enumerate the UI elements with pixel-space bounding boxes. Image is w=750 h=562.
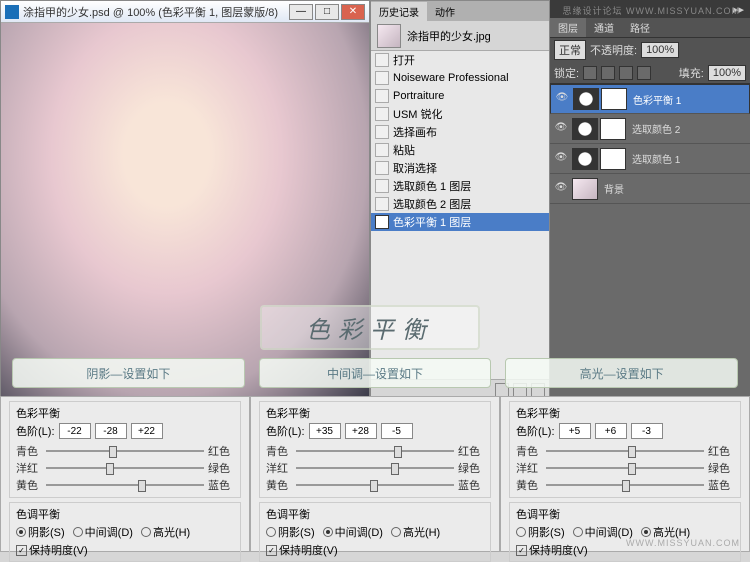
level-input-2[interactable]	[95, 423, 127, 439]
preserve-lum-checkbox[interactable]: ✓	[266, 545, 277, 556]
section-highlight: 高光—设置如下	[505, 358, 738, 388]
level-input-2[interactable]	[595, 423, 627, 439]
lock-transparency-icon[interactable]	[583, 66, 597, 80]
history-item[interactable]: Noiseware Professional	[371, 69, 549, 87]
fill-input[interactable]: 100%	[708, 65, 746, 81]
radio-shadow[interactable]: 阴影(S)	[266, 524, 315, 540]
watermark: 思缘设计论坛 WWW.MISSYUAN.COM	[563, 4, 741, 17]
slider-magenta-green[interactable]	[46, 461, 204, 475]
levels-label: 色阶(L):	[16, 423, 55, 439]
level-input-1[interactable]	[309, 423, 341, 439]
preserve-lum-checkbox[interactable]: ✓	[16, 545, 27, 556]
history-item[interactable]: Portraiture	[371, 87, 549, 105]
layer-row[interactable]: 👁选取颜色 2	[550, 114, 750, 144]
slider-cyan-red[interactable]	[296, 444, 454, 458]
lock-pixels-icon[interactable]	[601, 66, 615, 80]
history-thumb	[377, 24, 401, 48]
minimize-button[interactable]: —	[289, 4, 313, 20]
fill-label: 填充:	[679, 65, 704, 81]
level-input-3[interactable]	[131, 423, 163, 439]
document-title: 涂指甲的少女.psd @ 100% (色彩平衡 1, 图层蒙版/8)	[23, 4, 289, 20]
lock-label: 锁定:	[554, 65, 579, 81]
section-midtone: 中间调—设置如下	[259, 358, 492, 388]
opacity-input[interactable]: 100%	[641, 42, 679, 58]
layer-row[interactable]: 👁色彩平衡 1	[550, 84, 750, 114]
layer-row[interactable]: 👁选取颜色 1	[550, 144, 750, 174]
level-input-1[interactable]	[59, 423, 91, 439]
section-shadow: 阴影—设置如下	[12, 358, 245, 388]
history-item[interactable]: 选择画布	[371, 123, 549, 141]
history-item[interactable]: 打开	[371, 51, 549, 69]
tab-layers[interactable]: 图层	[550, 18, 586, 37]
close-button[interactable]: ✕	[341, 4, 365, 20]
lock-position-icon[interactable]	[619, 66, 633, 80]
section-tabs: 阴影—设置如下 中间调—设置如下 高光—设置如下	[12, 358, 738, 388]
opacity-label: 不透明度:	[590, 42, 637, 58]
slider-yellow-blue[interactable]	[46, 478, 204, 492]
document-titlebar[interactable]: 涂指甲的少女.psd @ 100% (色彩平衡 1, 图层蒙版/8) — □ ✕	[1, 1, 369, 23]
visibility-icon[interactable]: 👁	[554, 122, 568, 136]
overlay-title: 色彩平衡	[260, 305, 480, 350]
history-item[interactable]: 色彩平衡 1 图层	[371, 213, 549, 231]
tone-title: 色调平衡	[16, 506, 234, 522]
level-input-2[interactable]	[345, 423, 377, 439]
slider-cyan-red[interactable]	[546, 444, 704, 458]
maximize-button[interactable]: □	[315, 4, 339, 20]
blend-mode-select[interactable]: 正常	[554, 40, 586, 60]
color-balance-panels: 色彩平衡 色阶(L): 青色红色 洋红绿色 黄色蓝色 色调平衡 阴影(S) 中间…	[0, 396, 750, 552]
radio-highlight[interactable]: 高光(H)	[391, 524, 440, 540]
history-item[interactable]: USM 锐化	[371, 105, 549, 123]
visibility-icon[interactable]: 👁	[555, 92, 569, 106]
slider-magenta-green[interactable]	[546, 461, 704, 475]
radio-shadow[interactable]: 阴影(S)	[16, 524, 65, 540]
slider-magenta-green[interactable]	[296, 461, 454, 475]
level-input-1[interactable]	[559, 423, 591, 439]
level-input-3[interactable]	[381, 423, 413, 439]
tab-history[interactable]: 历史记录	[371, 2, 427, 21]
slider-yellow-blue[interactable]	[296, 478, 454, 492]
cb-panel-midtone: 色彩平衡 色阶(L): 青色红色 洋红绿色 黄色蓝色 色调平衡 阴影(S) 中间…	[250, 396, 500, 552]
cb-panel-highlight: 色彩平衡 色阶(L): 青色红色 洋红绿色 黄色蓝色 色调平衡 阴影(S) 中间…	[500, 396, 750, 552]
lock-all-icon[interactable]	[637, 66, 651, 80]
radio-midtone[interactable]: 中间调(D)	[73, 524, 133, 540]
radio-highlight[interactable]: 高光(H)	[141, 524, 190, 540]
history-source[interactable]: 涂指甲的少女.jpg	[371, 21, 549, 51]
level-input-3[interactable]	[631, 423, 663, 439]
watermark-bottom: WWW.MISSYUAN.COM	[626, 538, 740, 548]
radio-shadow[interactable]: 阴影(S)	[516, 524, 565, 540]
tab-actions[interactable]: 动作	[427, 2, 463, 21]
slider-yellow-blue[interactable]	[546, 478, 704, 492]
layers-panel: ▸▸ 图层 通道 路径 正常 不透明度: 100% 锁定: 填充: 100%	[550, 0, 750, 400]
history-item[interactable]: 选取颜色 1 图层	[371, 177, 549, 195]
history-filename: 涂指甲的少女.jpg	[407, 28, 491, 44]
tab-channels[interactable]: 通道	[586, 18, 622, 37]
radio-midtone[interactable]: 中间调(D)	[323, 524, 383, 540]
slider-cyan-red[interactable]	[46, 444, 204, 458]
app-icon	[5, 5, 19, 19]
cb-panel-shadow: 色彩平衡 色阶(L): 青色红色 洋红绿色 黄色蓝色 色调平衡 阴影(S) 中间…	[0, 396, 250, 552]
tab-paths[interactable]: 路径	[622, 18, 658, 37]
layer-row[interactable]: 👁背景	[550, 174, 750, 204]
history-item[interactable]: 取消选择	[371, 159, 549, 177]
history-item[interactable]: 选取颜色 2 图层	[371, 195, 549, 213]
group-title: 色彩平衡	[16, 405, 234, 421]
history-item[interactable]: 粘贴	[371, 141, 549, 159]
preserve-lum-checkbox[interactable]: ✓	[516, 545, 527, 556]
layers-list: 👁色彩平衡 1 👁选取颜色 2 👁选取颜色 1 👁背景	[550, 84, 750, 400]
visibility-icon[interactable]: 👁	[554, 152, 568, 166]
visibility-icon[interactable]: 👁	[554, 182, 568, 196]
radio-midtone[interactable]: 中间调(D)	[573, 524, 633, 540]
